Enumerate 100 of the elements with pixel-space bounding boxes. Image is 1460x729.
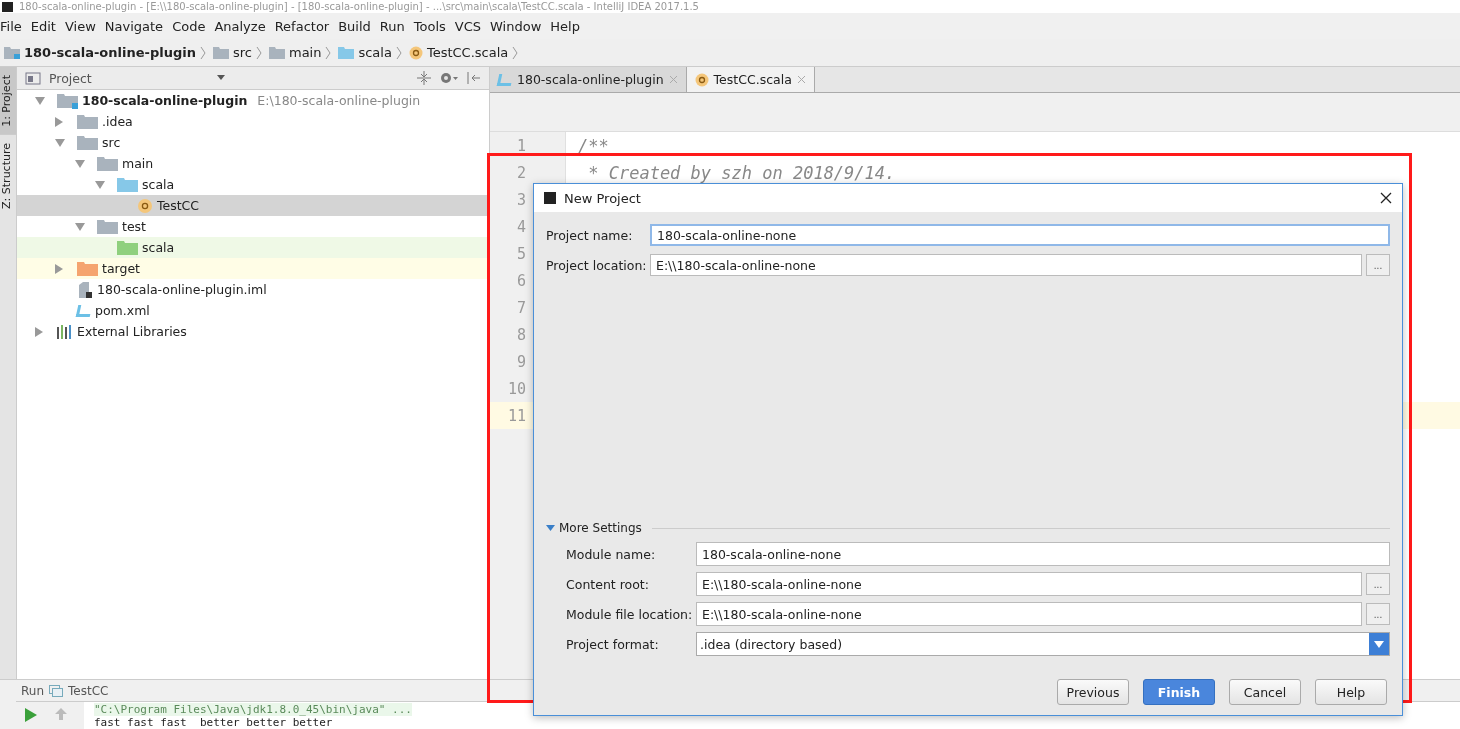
line-number: 7 [515, 298, 526, 317]
dialog-button[interactable]: Help [1315, 679, 1387, 705]
breadcrumb-item[interactable]: src [213, 45, 252, 60]
folder-icon [213, 46, 229, 59]
tree-item-label: main [122, 156, 154, 171]
folder-icon [268, 46, 285, 59]
window-title: 180-scala-online-plugin - [E:\\180-scala-online-plugin] - [180-scala-online-plugin] - ...\src\main\scala\TestCC.scala - IntelliJ IDEA 2017.1.5 [19, 0, 699, 13]
menu-item[interactable]: Run [379, 18, 405, 34]
field-label: Module file location: [566, 606, 692, 622]
object-icon [694, 72, 709, 87]
expanded-arrow-icon[interactable] [95, 180, 105, 189]
close-icon[interactable] [1380, 192, 1392, 204]
hide-panel-icon[interactable] [467, 71, 481, 85]
code-comment: * Created by szh on 2018/9/14. [587, 162, 896, 183]
file-icon [77, 281, 93, 298]
panel-title[interactable]: Project [49, 70, 209, 86]
tree-item-label: src [102, 135, 121, 150]
editor-tab[interactable]: TestCC.scala [686, 67, 815, 92]
tree-row[interactable]: src [17, 132, 489, 153]
expanded-arrow-icon[interactable] [75, 222, 85, 231]
tree-row[interactable]: scala [17, 174, 489, 195]
breadcrumb-item[interactable]: TestCC.scala [408, 45, 509, 60]
section-title[interactable]: More Settings [559, 521, 642, 535]
line-number: 1 [515, 136, 526, 155]
line-number: 5 [515, 244, 526, 263]
line-number: 8 [515, 325, 526, 344]
side-tab[interactable]: 1: Project [0, 67, 16, 135]
tree-item-label: scala [142, 240, 175, 255]
dialog-button[interactable]: Finish [1143, 679, 1215, 705]
settings-icon[interactable] [439, 71, 459, 85]
dropdown-arrow-icon[interactable] [1374, 640, 1384, 648]
line-number: 11 [506, 406, 526, 425]
menu-item[interactable]: Window [490, 18, 542, 34]
browse-button[interactable]: ... [1366, 254, 1390, 276]
chevron-icon [512, 45, 519, 60]
folder-icon [97, 155, 118, 172]
menu-item[interactable]: Code [172, 18, 206, 34]
input-field[interactable]: E:\\180-scala-online-none [650, 254, 1362, 276]
tab-label: 180-scala-online-plugin [517, 72, 664, 87]
browse-button[interactable]: ... [1366, 603, 1390, 625]
chevron-icon [325, 45, 332, 60]
tree-item-label: .idea [102, 114, 133, 129]
folder-icon [77, 113, 98, 130]
tree-row[interactable]: target [17, 258, 489, 279]
input-field[interactable]: E:\\180-scala-online-none [696, 572, 1362, 596]
collapsed-arrow-icon[interactable] [55, 116, 63, 127]
run-panel-title[interactable]: Run [21, 683, 44, 698]
breadcrumb-item[interactable]: scala [338, 45, 392, 60]
folder-icon [117, 176, 138, 193]
editor-tab[interactable]: 180-scala-online-plugin [490, 67, 687, 92]
tree-item-label: pom.xml [95, 303, 150, 318]
collapsed-arrow-icon[interactable] [35, 326, 43, 337]
run-icon[interactable] [24, 707, 38, 723]
dialog-button[interactable]: Cancel [1229, 679, 1301, 705]
expanded-arrow-icon[interactable] [35, 96, 45, 105]
tree-item-label: scala [142, 177, 175, 192]
tree-row[interactable]: main [17, 153, 489, 174]
breadcrumb-item[interactable]: 180-scala-online-plugin [4, 45, 196, 60]
field-label: Project location: [546, 257, 646, 273]
input-field[interactable]: E:\\180-scala-online-none [696, 602, 1362, 626]
expanded-arrow-icon[interactable] [55, 138, 65, 147]
dialog-button[interactable]: Previous [1057, 679, 1129, 705]
tree-row[interactable]: 180-scala-online-plugin.iml [17, 279, 489, 300]
collapsed-arrow-icon[interactable] [55, 263, 63, 274]
tree-row[interactable]: test [17, 216, 489, 237]
field-label: Project name: [546, 227, 634, 243]
tree-row[interactable]: pom.xml [17, 300, 489, 321]
menu-item[interactable]: Help [550, 18, 580, 34]
input-field[interactable]: 180-scala-online-none [696, 542, 1390, 566]
tree-row[interactable]: TestCC [17, 195, 489, 216]
up-arrow-icon[interactable] [54, 707, 68, 721]
folder-icon [117, 239, 138, 256]
menu-item[interactable]: Build [338, 18, 371, 34]
menu-item[interactable]: Edit [30, 18, 56, 34]
side-tab[interactable]: Z: Structure [0, 134, 16, 217]
menu-item[interactable]: Tools [413, 18, 446, 34]
menu-item[interactable]: View [64, 18, 96, 34]
run-config-name[interactable]: TestCC [68, 683, 109, 698]
menu-item[interactable]: VCS [454, 18, 482, 34]
field-label: Project format: [566, 636, 660, 652]
menu-item[interactable]: Navigate [104, 18, 164, 34]
input-field[interactable]: 180-scala-online-none [650, 224, 1390, 246]
app-icon [544, 192, 556, 204]
collapse-icon[interactable] [417, 71, 431, 85]
tree-item-label: target [102, 261, 140, 276]
tree-row[interactable]: scala [17, 237, 489, 258]
console-line: fast fast fast better better better [94, 716, 334, 729]
tree-row[interactable]: External Libraries [17, 321, 489, 342]
breadcrumb-item[interactable]: main [268, 45, 322, 60]
expanded-arrow-icon[interactable] [546, 524, 555, 532]
expanded-arrow-icon[interactable] [75, 159, 85, 168]
tree-row[interactable]: 180-scala-online-plugin E:\180-scala-online-plugin [17, 90, 489, 111]
caret-icon[interactable] [217, 75, 225, 81]
tree-row[interactable]: .idea [17, 111, 489, 132]
chevron-icon [395, 45, 402, 60]
dropdown[interactable]: .idea (directory based) [696, 632, 1390, 656]
menu-item[interactable]: File [0, 18, 22, 34]
menu-item[interactable]: Analyze [214, 18, 266, 34]
browse-button[interactable]: ... [1366, 573, 1390, 595]
menu-item[interactable]: Refactor [274, 18, 330, 34]
